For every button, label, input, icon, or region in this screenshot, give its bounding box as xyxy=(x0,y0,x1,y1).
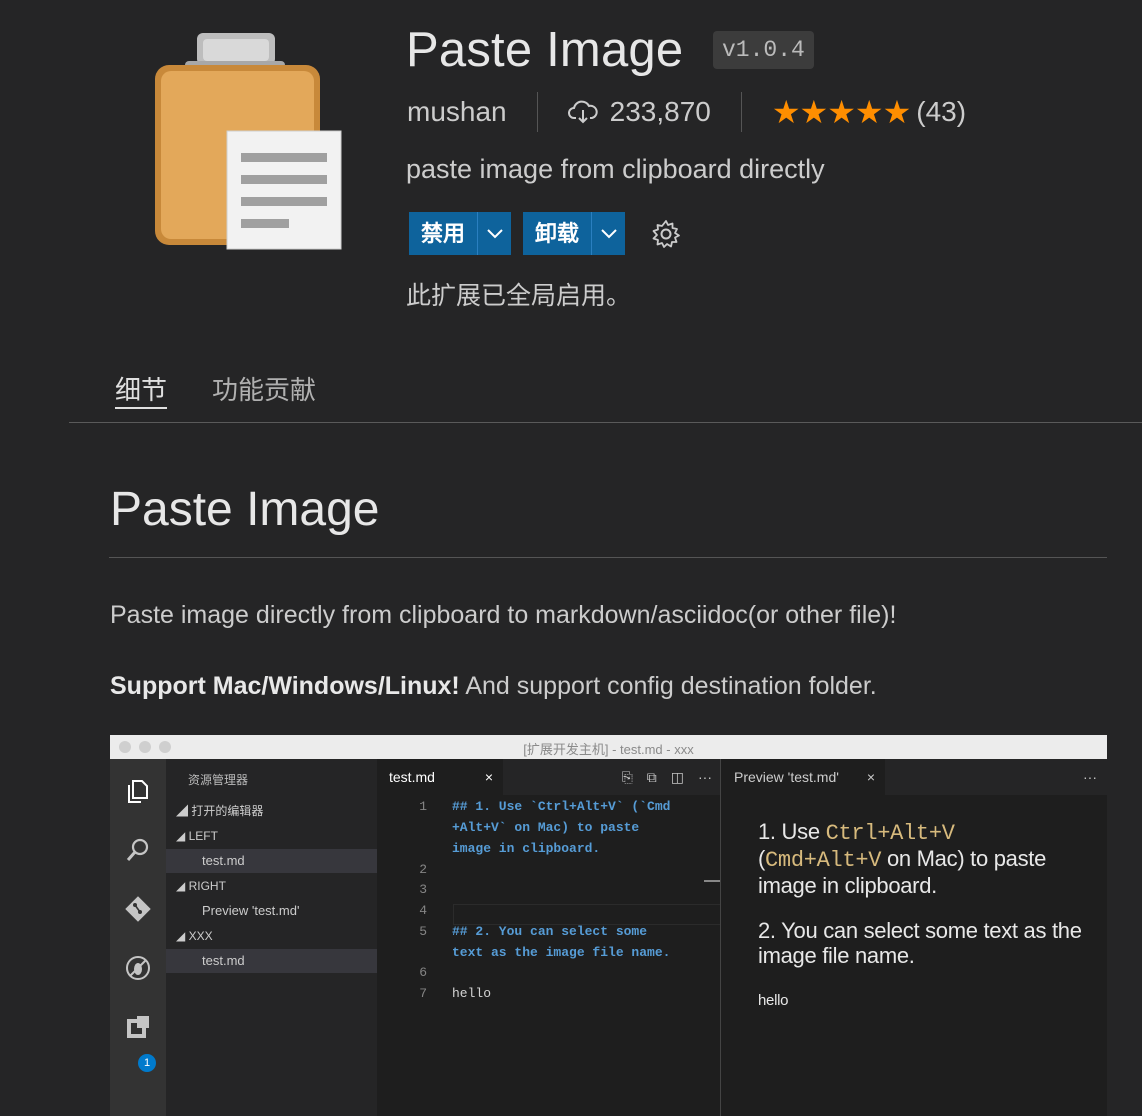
list-item[interactable]: test.md xyxy=(166,949,413,973)
disable-dropdown-button[interactable] xyxy=(477,212,511,255)
tab-test-md[interactable]: test.md × xyxy=(377,759,503,795)
readme-screenshot: [扩展开发主机] - test.md - xxx 1 资源管理器 ◢ 打开的编辑… xyxy=(110,735,1107,1116)
preview-content: 1. Use Ctrl+Alt+V (Cmd+Alt+V on Mac) to p… xyxy=(758,819,1098,1033)
list-item[interactable]: Preview 'test.md' xyxy=(166,899,413,923)
rating-stars[interactable]: ★★★★★ xyxy=(772,93,911,131)
gear-icon[interactable] xyxy=(651,219,681,249)
rating-count: (43) xyxy=(916,96,967,127)
search-icon xyxy=(126,838,149,861)
activity-bar: 1 xyxy=(110,759,166,1116)
line-number: 4 xyxy=(419,903,427,918)
line-number: 3 xyxy=(419,882,427,897)
section-open-editors-label: 打开的编辑器 xyxy=(191,804,264,818)
code-line: text as the image file name. xyxy=(452,945,671,960)
uninstall-button-group: 卸载 xyxy=(523,212,626,255)
files-icon xyxy=(128,780,148,803)
preview-text: ( xyxy=(758,846,766,871)
extensions-badge: 1 xyxy=(138,1054,156,1072)
list-item[interactable]: test.md xyxy=(166,849,413,873)
preview-item-1: 1. Use Ctrl+Alt+V (Cmd+Alt+V on Mac) to p… xyxy=(758,819,1098,898)
tab-label: test.md xyxy=(389,769,435,785)
heading-divider xyxy=(109,557,1107,558)
readme-paragraph-2: Support Mac/Windows/Linux! And support c… xyxy=(110,672,877,701)
preview-text: 1. Use xyxy=(758,819,826,844)
extension-meta: mushan 233,870 ★★★★★ (43) xyxy=(407,92,966,132)
folder-xxx[interactable]: ◢ XXX xyxy=(166,924,387,948)
disable-button[interactable]: 禁用 xyxy=(409,212,477,255)
action-bar: 禁用 卸载 xyxy=(409,212,681,255)
code-line: ## 1. Use `Ctrl+Alt+V` (`Cmd xyxy=(452,799,671,814)
readme-bold-text: Support Mac/Windows/Linux! xyxy=(110,672,460,700)
chevron-down-icon xyxy=(486,228,503,238)
install-count: 233,870 xyxy=(609,96,711,127)
git-icon xyxy=(125,896,151,922)
disable-button-group: 禁用 xyxy=(409,212,512,255)
editor-toolbar: ⎘ ⧉ ◫ ··· xyxy=(608,759,712,795)
line-number: 1 xyxy=(419,799,427,814)
editor-pane: test.md × ⎘ ⧉ ◫ ··· 1 ## 1. Use `Ctrl+Alt… xyxy=(377,759,721,1116)
readme-heading: Paste Image xyxy=(110,483,380,536)
tab-divider xyxy=(69,422,1142,423)
explorer-sidebar: 资源管理器 ◢ 打开的编辑器 ◢ LEFT test.md ◢ RIGHT Pr… xyxy=(166,759,413,1116)
readme-text: And support config destination folder. xyxy=(459,672,877,700)
close-icon[interactable]: × xyxy=(485,759,493,795)
tab-label: Preview 'test.md' xyxy=(734,769,839,785)
preview-pane: Preview 'test.md' × ··· 1. Use Ctrl+Alt+V… xyxy=(721,759,1107,1116)
window-title: [扩展开发主机] - test.md - xxx xyxy=(523,742,694,757)
extension-status: 此扩展已全局启用。 xyxy=(406,282,632,310)
window-titlebar: [扩展开发主机] - test.md - xxx xyxy=(110,735,1107,759)
code-line: +Alt+V` on Mac) to paste xyxy=(452,820,640,835)
details-tabs: 细节 功能贡献 xyxy=(115,370,361,407)
compare-icon[interactable]: ⧉ xyxy=(647,769,657,786)
divider xyxy=(536,92,538,132)
group-left-label: LEFT xyxy=(188,829,218,843)
group-right[interactable]: ◢ RIGHT xyxy=(166,874,387,898)
folder-xxx-label: XXX xyxy=(188,929,213,943)
code-line: hello xyxy=(452,986,492,1001)
current-line-highlight xyxy=(453,904,721,925)
extension-title: Paste Image xyxy=(406,23,684,77)
tab-contributions[interactable]: 功能贡献 xyxy=(212,370,316,407)
preview-hello: hello xyxy=(758,992,789,1009)
line-number: 6 xyxy=(419,965,427,980)
debug-icon xyxy=(126,956,150,980)
readme-paragraph-1: Paste image directly from clipboard to m… xyxy=(110,601,897,629)
tab-details[interactable]: 细节 xyxy=(115,370,167,407)
preview-item-2: 2. You can select some text as the image… xyxy=(758,918,1082,968)
split-editor-icon[interactable]: ◫ xyxy=(671,769,684,786)
divider xyxy=(740,92,742,132)
extensions-icon xyxy=(127,1016,149,1038)
version-badge: v1.0.4 xyxy=(713,31,814,69)
uninstall-button[interactable]: 卸载 xyxy=(523,212,591,255)
line-number: 7 xyxy=(419,986,427,1001)
more-actions-icon[interactable]: ··· xyxy=(1083,759,1097,795)
publisher-link[interactable]: mushan xyxy=(407,96,507,128)
code-line: ## 2. You can select some xyxy=(452,924,648,939)
preview-code: Ctrl+Alt+V xyxy=(825,821,955,846)
extension-description: paste image from clipboard directly xyxy=(406,154,825,184)
chevron-down-icon xyxy=(600,228,617,238)
preview-tabs: Preview 'test.md' × ··· xyxy=(721,759,1107,795)
code-line: image in clipboard. xyxy=(452,841,601,856)
editor-tabs: test.md × ⎘ ⧉ ◫ ··· xyxy=(377,759,720,795)
group-right-label: RIGHT xyxy=(188,879,226,893)
uninstall-dropdown-button[interactable] xyxy=(591,212,625,255)
group-left[interactable]: ◢ LEFT xyxy=(166,824,387,848)
close-icon[interactable]: × xyxy=(867,759,875,795)
clipboard-icon xyxy=(155,33,342,250)
download-cloud-icon xyxy=(567,100,598,124)
minimap xyxy=(704,880,720,882)
line-number: 2 xyxy=(419,862,427,877)
line-number: 5 xyxy=(419,924,427,939)
more-actions-icon[interactable]: ··· xyxy=(698,769,712,785)
tab-preview[interactable]: Preview 'test.md' × xyxy=(721,759,885,795)
open-preview-icon[interactable]: ⎘ xyxy=(622,769,633,786)
section-open-editors[interactable]: ◢ 打开的编辑器 xyxy=(166,799,387,823)
preview-code: Cmd+Alt+V xyxy=(765,848,882,873)
explorer-title: 资源管理器 xyxy=(188,773,249,787)
